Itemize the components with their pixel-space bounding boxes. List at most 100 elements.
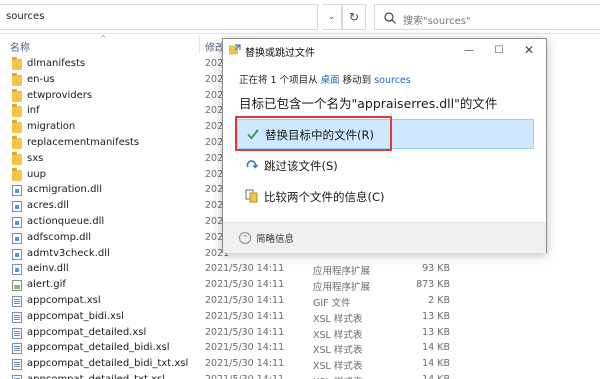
file-name: appcompat_bidi.xsl: [27, 310, 124, 322]
file-name: actionqueue.dll: [27, 215, 105, 227]
folder-icon: [12, 104, 22, 118]
dll-file-icon: [12, 216, 22, 228]
dialog-headline: 目标已包含一个名为"appraiserres.dll"的文件: [239, 96, 498, 111]
chevron-down-icon: ⌄: [327, 12, 336, 22]
file-size: 13 KB: [422, 310, 450, 322]
sort-ascending-icon: ^: [100, 34, 107, 43]
destination-link[interactable]: sources: [374, 75, 411, 86]
minimize-button[interactable]: —: [454, 39, 484, 61]
folder-icon: [12, 167, 22, 181]
maximize-button[interactable]: ☐: [484, 39, 514, 61]
skip-option[interactable]: 跳过该文件(S): [237, 151, 534, 181]
dll-file-icon: [12, 201, 22, 213]
search-placeholder: 搜索"sources": [403, 16, 471, 27]
file-name: admtv3check.dll: [27, 247, 110, 259]
refresh-icon: ↻: [348, 10, 360, 24]
file-type: GIF 文件: [313, 297, 351, 309]
file-type: 应用程序扩展: [313, 266, 371, 278]
folder-icon: [12, 135, 22, 149]
file-size: 14 KB: [385, 374, 450, 379]
folder-icon: [12, 88, 22, 102]
close-icon: ✕: [523, 43, 535, 57]
file-row[interactable]: appcompat_bidi.xsl 2021/5/30 14:11 XSL 样式表…: [0, 310, 600, 326]
xsl-file-icon: [12, 311, 22, 323]
address-bar[interactable]: sources: [0, 4, 318, 30]
skip-option-label: 跳过该文件(S): [264, 159, 338, 173]
file-row[interactable]: appcompat_detailed_txt.xsl 2021/5/30 14:1…: [0, 373, 600, 379]
file-size: 2 KB: [428, 294, 450, 306]
dialog-title: 替换或跳过文件: [245, 48, 315, 59]
xsl-file-icon: [12, 295, 22, 307]
file-name: dlmanifests: [27, 58, 86, 69]
file-date: 2021/5/30 14:11: [205, 294, 285, 306]
file-name: acmigration.dll: [27, 184, 102, 196]
operation-prefix: 正在将 1 个项目从: [239, 75, 318, 86]
file-name: appcompat_detailed.xsl: [27, 326, 147, 338]
compare-option[interactable]: 比较两个文件的信息(C): [237, 182, 534, 212]
dll-file-icon: [12, 232, 22, 244]
address-dropdown-button[interactable]: ⌄: [322, 4, 342, 30]
file-name: appcompat_detailed_bidi.xsl: [27, 342, 170, 354]
file-row[interactable]: aeinv.dll 2021/5/30 14:11 应用程序扩展 93 KB: [0, 262, 600, 278]
file-row[interactable]: alert.gif 2021/5/30 14:11 应用程序扩展 873 KB: [0, 278, 600, 294]
file-type: XSL 样式表: [313, 374, 362, 379]
dll-file-icon: [12, 185, 22, 197]
less-info-label: 简略信息: [256, 234, 295, 245]
file-name: sxs: [27, 152, 44, 164]
file-size: 93 KB: [422, 263, 450, 275]
folder-icon: [12, 151, 22, 165]
file-name: acres.dll: [27, 200, 69, 212]
dll-file-icon: [12, 248, 22, 260]
file-name: en-us: [27, 73, 55, 85]
file-date: 2021/5/30 14:11: [205, 342, 285, 354]
xsl-file-icon: [12, 327, 22, 339]
search-icon: [384, 12, 396, 24]
file-type: XSL 样式表: [313, 313, 363, 325]
file-name: alert.gif: [27, 279, 66, 291]
less-info-toggle[interactable]: ⌃ 简略信息: [239, 231, 294, 245]
file-type: 应用程序扩展: [313, 282, 371, 294]
source-link[interactable]: 桌面: [321, 75, 340, 86]
file-type: XSL 样式表: [313, 329, 363, 341]
file-type: XSL 样式表: [313, 345, 363, 357]
maximize-icon: ☐: [494, 44, 504, 56]
address-toolbar: sources ⌄ ↻ 搜索"sources": [0, 0, 600, 34]
xsl-file-icon: [12, 359, 22, 371]
file-date: 2021/5/30 14:11: [205, 358, 285, 370]
file-name: inf: [27, 105, 40, 117]
file-type: XSL 样式表: [313, 361, 363, 373]
folder-icon: [12, 120, 22, 134]
file-size: 14 KB: [422, 342, 450, 354]
compare-files-icon: [245, 189, 258, 203]
file-date: 2021/5/30 14:11: [205, 310, 285, 322]
close-button[interactable]: ✕: [514, 39, 544, 61]
dialog-title-bar[interactable]: 替换或跳过文件 — ☐ ✕: [223, 39, 546, 61]
file-name: appcompat.xsl: [27, 294, 101, 306]
folder-icon: [12, 72, 22, 86]
file-row[interactable]: appcompat_detailed.xsl 2021/5/30 14:11 XSL…: [0, 326, 600, 342]
chevron-up-icon: ⌃: [239, 232, 251, 244]
file-row[interactable]: appcompat.xsl 2021/5/30 14:11 GIF 文件 2 KB: [0, 294, 600, 310]
file-size: 873 KB: [416, 279, 450, 291]
file-size: 13 KB: [422, 326, 450, 338]
column-header-name[interactable]: 名称: [10, 39, 30, 54]
refresh-button[interactable]: ↻: [342, 4, 366, 30]
column-divider[interactable]: [199, 36, 200, 54]
operation-middle: 移动到: [342, 75, 372, 86]
gif-file-icon: [12, 280, 22, 292]
highlight-box: [235, 116, 392, 151]
file-row[interactable]: appcompat_detailed_bidi_txt.xsl 2021/5/30…: [0, 357, 600, 373]
dialog-operation-text: 正在将 1 个项目从 桌面 移动到 sources: [239, 72, 411, 86]
file-row[interactable]: appcompat_detailed_bidi.xsl 2021/5/30 14:…: [0, 341, 600, 357]
search-input[interactable]: 搜索"sources": [374, 4, 600, 30]
file-name: appcompat_detailed_txt.xsl: [27, 374, 165, 379]
file-date: 2021/5/30 14:11: [205, 374, 284, 379]
file-name: adfscomp.dll: [27, 231, 91, 243]
file-date: 2021/5/30 14:11: [205, 326, 285, 338]
dll-file-icon: [12, 264, 22, 276]
skip-arrow-icon: [246, 160, 259, 169]
address-path[interactable]: sources: [6, 11, 44, 22]
file-name: replacementmanifests: [27, 136, 140, 148]
move-files-icon: [229, 44, 241, 55]
folder-icon: [12, 57, 22, 70]
